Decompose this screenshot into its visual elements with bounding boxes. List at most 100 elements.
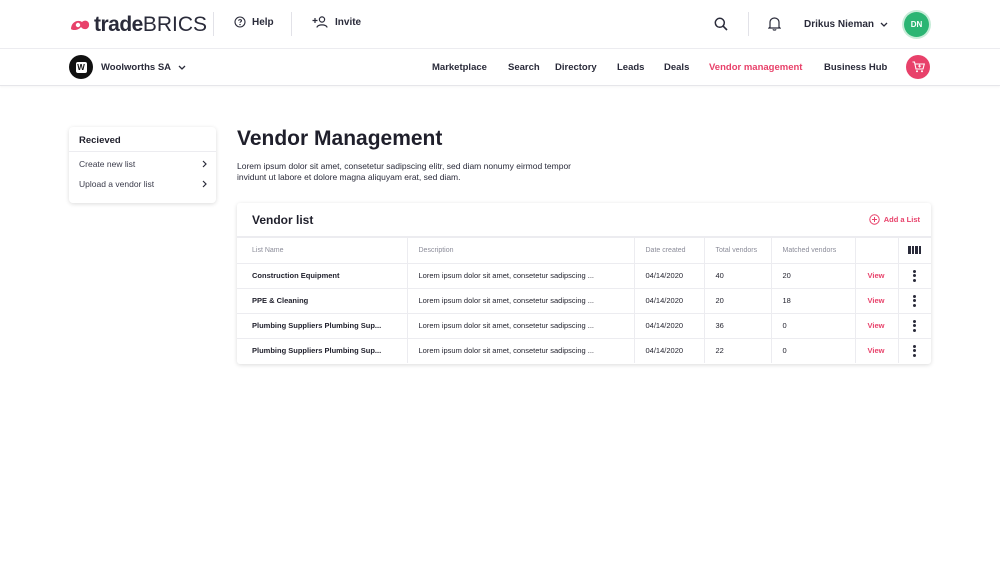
cell-total-vendors: 22 [704, 338, 772, 363]
org-logo: W [69, 55, 93, 79]
divider [213, 12, 214, 36]
row-menu-button[interactable] [898, 263, 931, 289]
chevron-down-icon [178, 65, 186, 70]
table-row[interactable]: Plumbing Suppliers Plumbing Sup... Lorem… [237, 338, 931, 363]
kebab-menu-icon [913, 319, 917, 332]
nav-item-leads[interactable]: Leads [617, 62, 644, 73]
org-name: Woolworths SA [101, 61, 172, 73]
received-title: Recieved [79, 135, 121, 146]
cell-date-created: 04/14/2020 [634, 338, 705, 363]
nav-item-business-hub[interactable]: Business Hub [824, 62, 887, 73]
cell-date-created: 04/14/2020 [634, 263, 705, 289]
column-header-list-name[interactable]: List Name [237, 238, 408, 264]
cell-total-vendors: 20 [704, 288, 772, 314]
logo-text-bold: trade [94, 13, 143, 36]
cell-list-name: PPE & Cleaning [237, 288, 408, 314]
vendor-list-title: Vendor list [252, 213, 314, 227]
plus-circle-icon [869, 214, 880, 225]
nav-item-vendor-management[interactable]: Vendor management [709, 62, 802, 73]
cell-matched-vendors: 0 [771, 338, 856, 363]
org-logo-letter: W [75, 61, 87, 73]
search-icon [714, 17, 728, 31]
column-header-description[interactable]: Description [407, 238, 635, 264]
cell-description: Lorem ipsum dolor sit amet, consetetur s… [407, 263, 635, 289]
notifications-button[interactable] [767, 16, 782, 36]
invite-label: Invite [335, 16, 362, 28]
cell-description: Lorem ipsum dolor sit amet, consetetur s… [407, 313, 635, 339]
tradebrics-logo[interactable]: tradeBRICS [69, 13, 207, 37]
row-menu-button[interactable] [898, 313, 931, 339]
cell-total-vendors: 40 [704, 263, 772, 289]
vendor-table: List Name Description Date created Total… [237, 238, 931, 363]
column-header-date-created[interactable]: Date created [634, 238, 705, 264]
user-name: Drikus Nieman [804, 19, 875, 30]
page-description: Lorem ipsum dolor sit amet, consetetur s… [237, 161, 572, 182]
sidebar-item-upload-list[interactable]: Upload a vendor list [79, 179, 207, 189]
help-label: Help [252, 16, 274, 28]
divider [69, 151, 216, 152]
table-row[interactable]: PPE & Cleaning Lorem ipsum dolor sit ame… [237, 288, 931, 314]
sidebar-item-create-list[interactable]: Create new list [79, 159, 207, 169]
avatar-initials: DN [910, 20, 923, 29]
table-row[interactable]: Plumbing Suppliers Plumbing Sup... Lorem… [237, 313, 931, 339]
page-title: Vendor Management [237, 127, 443, 150]
cell-description: Lorem ipsum dolor sit amet, consetetur s… [407, 338, 635, 363]
search-button[interactable] [714, 17, 728, 36]
org-selector[interactable]: W Woolworths SA [69, 55, 186, 79]
cell-date-created: 04/14/2020 [634, 288, 705, 314]
add-list-button[interactable]: Add a List [869, 214, 920, 225]
view-link[interactable]: View [855, 288, 899, 314]
bell-icon [767, 17, 782, 31]
columns-icon [908, 246, 922, 255]
nav-item-deals[interactable]: Deals [664, 62, 689, 73]
kebab-menu-icon [913, 269, 917, 282]
received-panel: Recieved Create new list Upload a vendor… [69, 127, 216, 203]
avatar[interactable]: DN [904, 12, 929, 37]
nav-item-marketplace[interactable]: Marketplace [432, 62, 487, 73]
cell-matched-vendors: 0 [771, 313, 856, 339]
help-link[interactable]: Help [234, 16, 274, 28]
cell-list-name: Plumbing Suppliers Plumbing Sup... [237, 338, 408, 363]
cell-description: Lorem ipsum dolor sit amet, consetetur s… [407, 288, 635, 314]
cell-total-vendors: 36 [704, 313, 772, 339]
logo-text-light: BRICS [142, 13, 208, 36]
invite-link[interactable]: Invite [312, 16, 361, 28]
vendor-list-card: Vendor list Add a List List Name Descrip… [237, 203, 931, 364]
help-icon [234, 16, 246, 28]
cell-list-name: Construction Equipment [237, 263, 408, 289]
cell-date-created: 04/14/2020 [634, 313, 705, 339]
chevron-down-icon [880, 22, 888, 27]
divider [291, 12, 292, 36]
user-menu[interactable]: Drikus Nieman [804, 19, 888, 30]
row-menu-button[interactable] [898, 288, 931, 314]
table-row[interactable]: Construction Equipment Lorem ipsum dolor… [237, 263, 931, 289]
kebab-menu-icon [913, 344, 917, 357]
divider [748, 12, 749, 36]
logo-mark-icon [69, 18, 91, 32]
cell-matched-vendors: 18 [771, 288, 856, 314]
cart-icon [912, 61, 925, 73]
cell-list-name: Plumbing Suppliers Plumbing Sup... [237, 313, 408, 339]
row-menu-button[interactable] [898, 338, 931, 363]
kebab-menu-icon [913, 294, 917, 307]
column-header-action [855, 238, 899, 264]
column-header-matched-vendors[interactable]: Matched vendors [771, 238, 856, 264]
add-list-label: Add a List [883, 215, 920, 224]
view-link[interactable]: View [855, 263, 899, 289]
nav-item-directory[interactable]: Directory [555, 62, 597, 73]
sidebar-item-label: Upload a vendor list [79, 179, 155, 189]
columns-toggle[interactable] [898, 238, 931, 264]
column-header-total-vendors[interactable]: Total vendors [704, 238, 772, 264]
view-link[interactable]: View [855, 338, 899, 363]
cart-button[interactable] [906, 55, 930, 79]
chevron-right-icon [202, 180, 207, 188]
nav-item-search[interactable]: Search [508, 62, 540, 73]
logo-text: tradeBRICS [94, 13, 207, 37]
add-user-icon [312, 16, 328, 28]
cell-matched-vendors: 20 [771, 263, 856, 289]
view-link[interactable]: View [855, 313, 899, 339]
sidebar-item-label: Create new list [79, 159, 136, 169]
table-header-row: List Name Description Date created Total… [237, 238, 931, 264]
chevron-right-icon [202, 160, 207, 168]
top-bar: tradeBRICS Help Invite Drikus Nieman DN [0, 0, 1000, 49]
